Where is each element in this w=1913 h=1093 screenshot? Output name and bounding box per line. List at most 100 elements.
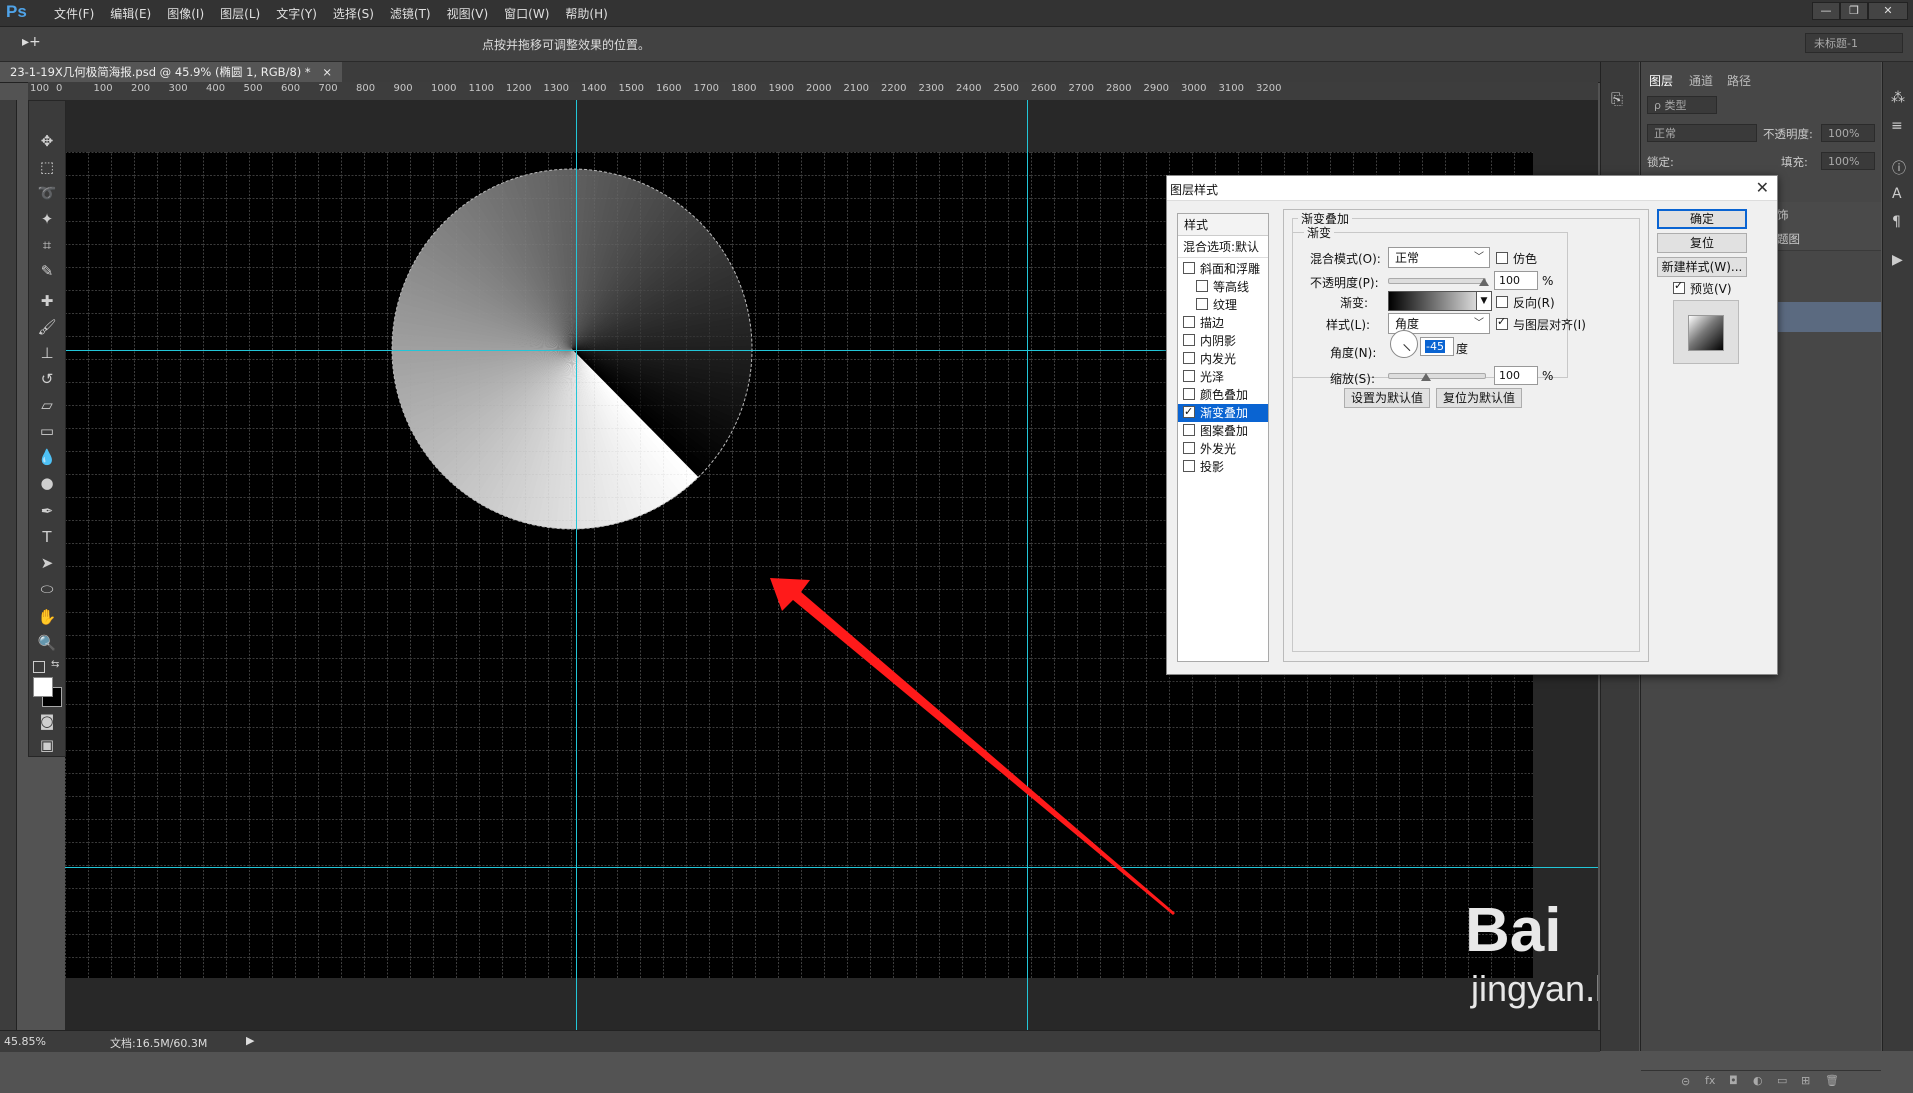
menu-edit[interactable]: 编辑(E) bbox=[102, 5, 159, 22]
checkbox-box[interactable] bbox=[1183, 388, 1195, 400]
marquee-tool-icon[interactable]: ⬚ bbox=[37, 157, 57, 177]
move-tool-preset-icon[interactable]: ▸+ bbox=[22, 34, 41, 50]
healing-brush-icon[interactable]: ✚ bbox=[37, 291, 57, 311]
scale-input[interactable]: 100 bbox=[1494, 366, 1538, 385]
style-item[interactable]: 纹理 bbox=[1178, 296, 1268, 314]
brush-tool-icon[interactable]: 🖌 bbox=[37, 317, 57, 337]
ok-button[interactable]: 确定 bbox=[1657, 209, 1747, 229]
adjustments-panel-icon[interactable]: ≡ bbox=[1891, 118, 1903, 134]
layer-opacity-field[interactable]: 100% bbox=[1821, 124, 1875, 142]
new-layer-icon[interactable]: ⊞ bbox=[1801, 1074, 1810, 1087]
eraser-icon[interactable]: ▱ bbox=[37, 395, 57, 415]
gradient-picker[interactable]: ▼ bbox=[1388, 291, 1492, 311]
style-item[interactable]: 描边 bbox=[1178, 314, 1268, 332]
pen-tool-icon[interactable]: ✒ bbox=[37, 501, 57, 521]
close-tab-icon[interactable]: × bbox=[322, 65, 332, 79]
style-item[interactable]: 等高线 bbox=[1178, 278, 1268, 296]
quick-mask-icon[interactable]: ◙ bbox=[37, 711, 57, 731]
checkbox-box[interactable] bbox=[1183, 334, 1195, 346]
reset-default-button[interactable]: 复位为默认值 bbox=[1436, 388, 1522, 408]
move-tool-icon[interactable]: ✥ bbox=[37, 131, 57, 151]
hand-tool-icon[interactable]: ✋ bbox=[37, 607, 57, 627]
blend-mode-select[interactable]: 正常 ﹀ bbox=[1388, 247, 1490, 268]
dither-checkbox[interactable]: 仿色 bbox=[1496, 250, 1537, 267]
eyedropper-icon[interactable]: ✎ bbox=[37, 261, 57, 281]
checkbox-box[interactable] bbox=[1183, 442, 1195, 454]
style-item[interactable]: 外发光 bbox=[1178, 440, 1268, 458]
opacity-slider-thumb[interactable] bbox=[1479, 278, 1489, 286]
blend-options-item[interactable]: 混合选项:默认 bbox=[1178, 237, 1268, 258]
dialog-close-icon[interactable]: ✕ bbox=[1756, 178, 1769, 197]
align-with-layer-checkbox[interactable]: 与图层对齐(I) bbox=[1496, 315, 1586, 333]
reverse-checkbox[interactable]: 反向(R) bbox=[1496, 294, 1555, 311]
checkbox-box[interactable] bbox=[1196, 280, 1208, 292]
workspace-select[interactable]: 未标题-1 bbox=[1805, 33, 1903, 53]
menu-image[interactable]: 图像(I) bbox=[159, 5, 212, 22]
adjustment-icon[interactable]: ◐ bbox=[1753, 1074, 1763, 1087]
reset-button[interactable]: 复位 bbox=[1657, 233, 1747, 253]
style-item[interactable]: 内阴影 bbox=[1178, 332, 1268, 350]
menu-filter[interactable]: 滤镜(T) bbox=[382, 5, 439, 22]
status-menu-arrow[interactable]: ▶ bbox=[246, 1034, 254, 1047]
style-item[interactable]: 渐变叠加 bbox=[1178, 404, 1268, 422]
checkbox-box[interactable] bbox=[1183, 370, 1195, 382]
minimize-button[interactable]: — bbox=[1812, 2, 1840, 20]
angle-input[interactable]: -45 bbox=[1420, 337, 1454, 356]
preview-checkbox[interactable]: 预览(V) bbox=[1673, 279, 1732, 297]
tab-layers[interactable]: 图层 bbox=[1649, 72, 1673, 89]
checkbox-box[interactable] bbox=[1196, 298, 1208, 310]
document-tab[interactable]: 23-1-19X几何极简海报.psd @ 45.9% (椭圆 1, RGB/8)… bbox=[0, 62, 342, 82]
fx-icon[interactable]: fx bbox=[1705, 1074, 1715, 1087]
checkbox-box[interactable] bbox=[1183, 460, 1195, 472]
set-default-button[interactable]: 设置为默认值 bbox=[1344, 388, 1430, 408]
menu-help[interactable]: 帮助(H) bbox=[557, 5, 615, 22]
style-item[interactable]: 内发光 bbox=[1178, 350, 1268, 368]
swap-colors-icon[interactable]: ⇆ bbox=[51, 659, 59, 670]
paragraph-panel-icon[interactable]: ¶ bbox=[1892, 214, 1901, 230]
tab-channels[interactable]: 通道 bbox=[1689, 72, 1713, 89]
gradient-dropdown-icon[interactable]: ▼ bbox=[1476, 292, 1491, 310]
styles-header[interactable]: 样式 bbox=[1178, 214, 1268, 236]
ellipse-tool-icon[interactable]: ⬭ bbox=[37, 579, 57, 599]
scale-slider[interactable] bbox=[1388, 373, 1486, 379]
zoom-level[interactable]: 45.85% bbox=[4, 1035, 46, 1048]
style-item[interactable]: 颜色叠加 bbox=[1178, 386, 1268, 404]
info-panel-icon[interactable]: ⓘ bbox=[1892, 158, 1906, 178]
default-colors-icon[interactable] bbox=[33, 661, 45, 673]
dialog-titlebar[interactable]: 图层样式 ✕ bbox=[1167, 176, 1777, 201]
checkbox-box[interactable] bbox=[1183, 424, 1195, 436]
link-layers-icon[interactable]: ⊝ bbox=[1681, 1075, 1690, 1088]
style-item[interactable]: 投影 bbox=[1178, 458, 1268, 476]
opacity-slider[interactable] bbox=[1388, 278, 1486, 284]
menu-file[interactable]: 文件(F) bbox=[46, 5, 102, 22]
angle-dial[interactable] bbox=[1390, 330, 1418, 358]
magic-wand-icon[interactable]: ✦ bbox=[37, 209, 57, 229]
menu-layer[interactable]: 图层(L) bbox=[212, 5, 268, 22]
style-item[interactable]: 斜面和浮雕 bbox=[1178, 260, 1268, 278]
clone-stamp-icon[interactable]: ⊥ bbox=[37, 343, 57, 363]
menu-view[interactable]: 视图(V) bbox=[439, 5, 497, 22]
opacity-input[interactable]: 100 bbox=[1494, 271, 1538, 290]
history-panel-icon[interactable]: ⎘ bbox=[1611, 90, 1623, 108]
history-brush-icon[interactable]: ↺ bbox=[37, 369, 57, 389]
checkbox-box[interactable] bbox=[1183, 404, 1195, 421]
fill-field[interactable]: 100% bbox=[1821, 152, 1875, 170]
color-panel-icon[interactable]: ⁂ bbox=[1891, 90, 1905, 106]
style-item[interactable]: 图案叠加 bbox=[1178, 422, 1268, 440]
mask-icon[interactable]: ◘ bbox=[1729, 1074, 1738, 1087]
type-tool-icon[interactable]: T bbox=[37, 527, 57, 547]
lasso-tool-icon[interactable]: ➰ bbox=[37, 183, 57, 203]
menu-window[interactable]: 窗口(W) bbox=[496, 5, 557, 22]
group-icon[interactable]: ▭ bbox=[1777, 1074, 1787, 1087]
delete-layer-icon[interactable]: 🗑 bbox=[1825, 1074, 1839, 1087]
restore-button[interactable]: ❐ bbox=[1840, 2, 1868, 20]
close-window-button[interactable]: ✕ bbox=[1868, 2, 1908, 20]
character-panel-icon[interactable]: A bbox=[1892, 186, 1902, 202]
crop-tool-icon[interactable]: ⌗ bbox=[37, 235, 57, 255]
play-actions-icon[interactable]: ▶ bbox=[1892, 252, 1903, 268]
menu-type[interactable]: 文字(Y) bbox=[268, 5, 325, 22]
layer-filter-select[interactable]: ρ 类型 bbox=[1647, 96, 1717, 114]
foreground-color-swatch[interactable] bbox=[33, 677, 53, 697]
scale-slider-thumb[interactable] bbox=[1421, 373, 1432, 381]
new-style-button[interactable]: 新建样式(W)... bbox=[1657, 257, 1747, 277]
